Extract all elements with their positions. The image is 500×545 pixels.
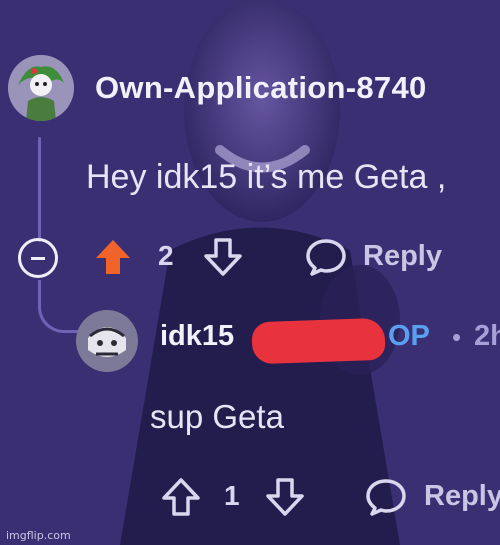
- collapse-thread-button[interactable]: [18, 238, 58, 278]
- watermark: imgflip.com: [6, 529, 71, 542]
- reply-icon[interactable]: [304, 236, 348, 278]
- avatar-image-icon: [76, 310, 138, 372]
- vote-count: 2: [158, 240, 174, 271]
- upvote-icon[interactable]: [92, 236, 134, 278]
- avatar[interactable]: [76, 310, 138, 372]
- vote-count: 1: [224, 480, 240, 511]
- comment-username[interactable]: idk15: [160, 320, 234, 353]
- comment-text: Hey idk15 it’s me Geta ,: [86, 158, 447, 196]
- downvote-icon[interactable]: [202, 236, 244, 278]
- comment-text: sup Geta: [150, 398, 284, 435]
- timestamp: 2h: [474, 320, 500, 352]
- redaction-scribble: [251, 317, 386, 365]
- upvote-icon[interactable]: [160, 476, 202, 518]
- separator: •: [452, 322, 462, 352]
- thread-line: [38, 137, 41, 242]
- downvote-icon[interactable]: [264, 476, 306, 518]
- thread-connector: [38, 280, 81, 333]
- reply-icon[interactable]: [364, 476, 408, 518]
- reply-button[interactable]: Reply: [424, 480, 500, 513]
- reply-button[interactable]: Reply: [363, 240, 442, 273]
- avatar[interactable]: [8, 55, 74, 121]
- op-badge: OP: [388, 320, 430, 352]
- comment-username[interactable]: Own-Application-8740: [95, 70, 427, 106]
- avatar-image-icon: [8, 55, 74, 121]
